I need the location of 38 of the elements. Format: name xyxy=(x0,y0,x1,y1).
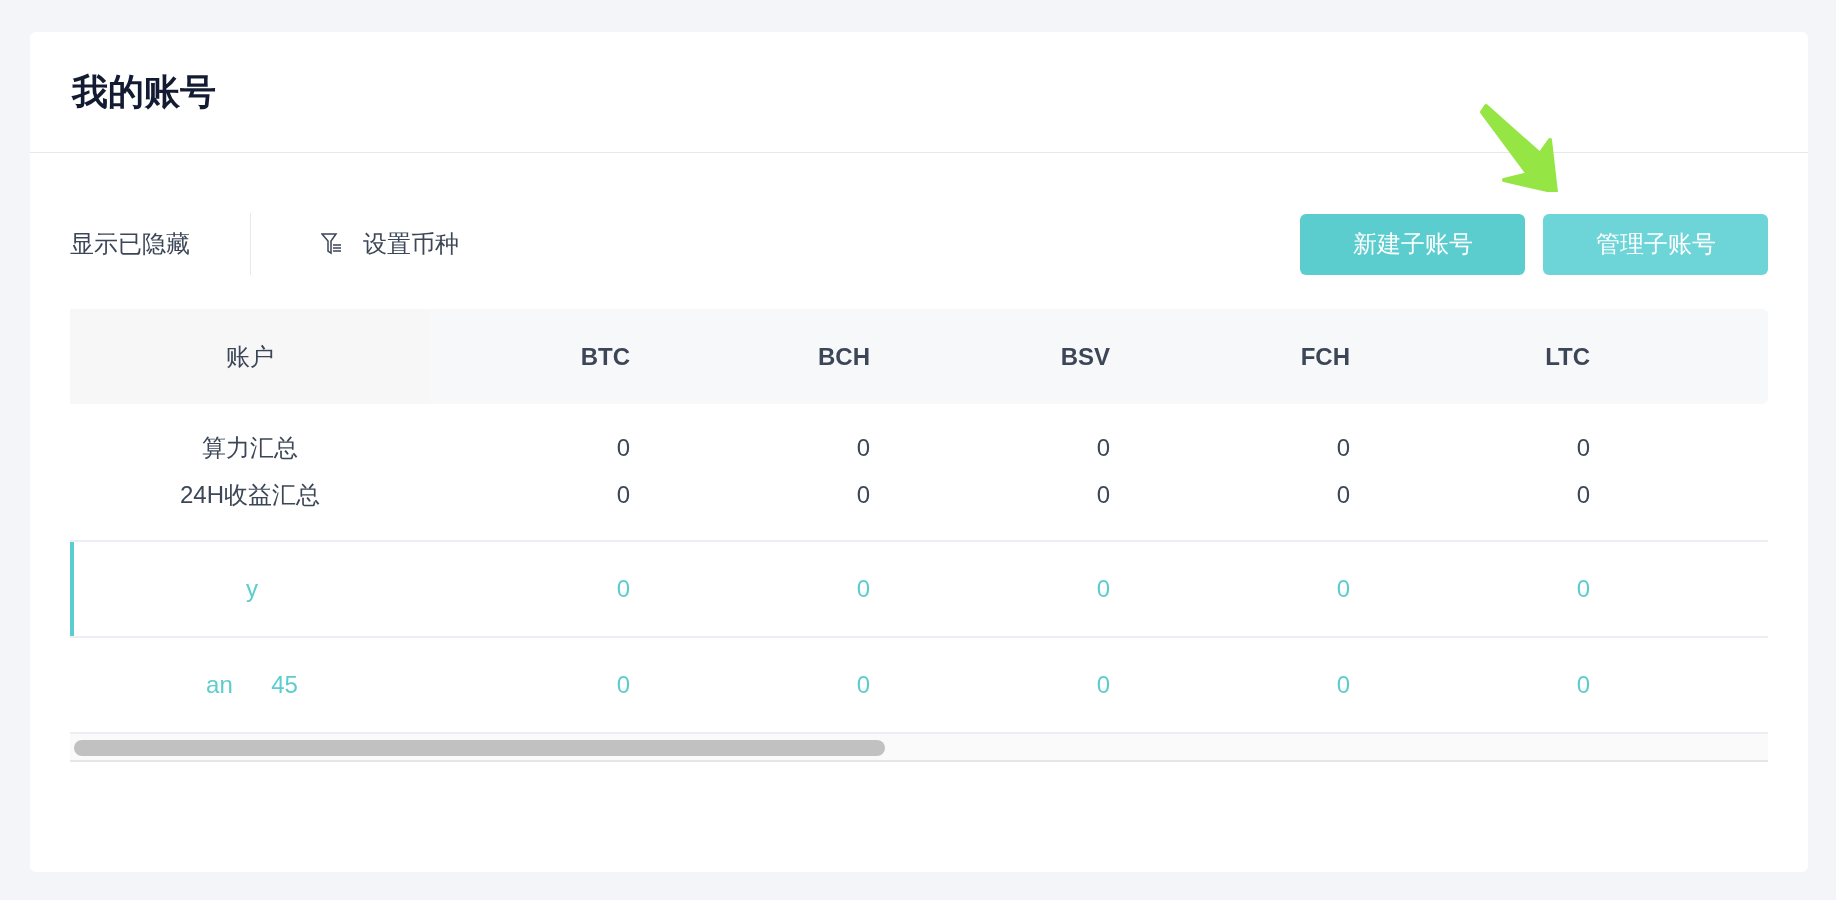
summary-label: 24H收益汇总 xyxy=(179,479,321,510)
button[interactable]: 新建子账号 xyxy=(1300,213,1525,275)
table-cell-text: 0 xyxy=(855,479,871,510)
table-cell-text: 0 xyxy=(615,670,631,700)
summary-label: 算力汇总 xyxy=(201,432,299,463)
filter-icon[interactable] xyxy=(321,232,343,256)
column-header: BSV xyxy=(1059,341,1111,372)
table-cell-text: 0 xyxy=(855,670,871,700)
account-name[interactable]: y xyxy=(246,575,258,602)
table-cell-text: 0 xyxy=(1095,574,1111,604)
set-coins-link[interactable]: 设置币种 xyxy=(363,226,459,262)
column-header: BCH xyxy=(817,341,871,372)
table-cell-text: 0 xyxy=(1335,670,1351,700)
table-cell-text: 0 xyxy=(1095,432,1111,463)
table-cell-text: 0 xyxy=(1335,479,1351,510)
table-cell-text: 0 xyxy=(1575,670,1591,700)
table-cell-text: 0 xyxy=(1095,479,1111,510)
button[interactable]: 管理子账号 xyxy=(1543,213,1768,275)
table-cell-text: 0 xyxy=(855,432,871,463)
table-cell-text: 0 xyxy=(1095,670,1111,700)
scrollbar-track[interactable] xyxy=(70,734,1768,762)
column-header: LTC xyxy=(1544,341,1591,372)
show-hidden-toggle[interactable]: 显示已隐藏 xyxy=(70,226,190,262)
page-title: 我的账号 xyxy=(72,70,216,114)
table-cell-text: 0 xyxy=(1575,432,1591,463)
table-cell-text: 0 xyxy=(1335,432,1351,463)
table-cell-text: 0 xyxy=(1575,574,1591,604)
table-cell-text: 0 xyxy=(615,574,631,604)
scrollbar-thumb[interactable] xyxy=(74,740,886,756)
account-name[interactable]: 45 xyxy=(271,671,298,698)
column-header: BTC xyxy=(579,341,631,372)
table-cell-text: 0 xyxy=(615,432,631,463)
table-cell-text: 0 xyxy=(855,574,871,604)
table-cell-text: 0 xyxy=(1335,574,1351,604)
table-cell-text: 0 xyxy=(1575,479,1591,510)
column-header: FCH xyxy=(1299,341,1351,372)
account-name[interactable]: an xyxy=(206,671,233,698)
table-cell-text: 0 xyxy=(615,479,631,510)
